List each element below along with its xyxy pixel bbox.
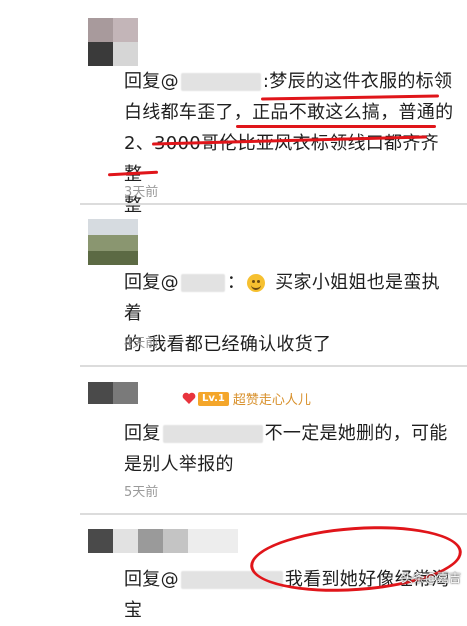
username[interactable]: 超赞走心人儿: [233, 389, 311, 408]
timestamp: 5天前: [124, 485, 159, 500]
name-separator: ：: [226, 272, 246, 293]
comment-feed: 回复@:梦辰的这件衣服的标领 白线都车歪了，正品不敢这么搞，普通的 2、3000…: [0, 0, 467, 621]
comment-line-text: 不一定是她删的，可能: [264, 423, 448, 444]
comment-line: 的 我看都已经确认收货了: [124, 334, 332, 355]
comment-line: 回复 不一定是她删的，可能: [124, 418, 454, 449]
annotation-underline: [236, 125, 436, 128]
avatar[interactable]: [88, 529, 188, 553]
comment-body: 回复 不一定是她删的，可能 是别人举报的: [124, 418, 454, 480]
reply-prefix: 回复@: [124, 272, 179, 293]
watermark: 头条@嘉吉: [400, 571, 461, 585]
divider: [80, 513, 467, 515]
level-tag: Lv.1: [198, 391, 229, 406]
avatar-blur: [188, 529, 238, 553]
avatar[interactable]: [88, 219, 138, 265]
avatar[interactable]: [88, 18, 138, 66]
comment-line: 整: [124, 195, 143, 216]
blurred-username[interactable]: [162, 425, 263, 443]
comment-body: 回复@： 买家小姐姐也是蛮执着 的 我看都已经确认收货了: [124, 267, 454, 360]
reply-prefix: 回复@: [124, 71, 179, 92]
timestamp: 3天前: [124, 185, 159, 200]
comment-line: 回复@:梦辰的这件衣服的标领: [124, 66, 454, 97]
divider: [80, 365, 467, 367]
user-badge[interactable]: Lv.1 超赞走心人儿: [182, 389, 311, 408]
comment-line: 回复@： 买家小姐姐也是蛮执着: [124, 267, 454, 329]
timestamp: 4天前: [124, 336, 159, 351]
comment-line: 白线都车歪了，正品不敢这么搞，普通的: [124, 102, 454, 123]
avatar[interactable]: [88, 382, 138, 404]
smile-emoji-icon: [247, 274, 266, 292]
reply-prefix: 回复@: [124, 569, 179, 590]
comment-line: 是别人举报的: [124, 454, 234, 475]
blurred-username[interactable]: [180, 73, 261, 91]
comment-line-text: 梦辰的这件衣服的标领: [269, 71, 453, 92]
reply-prefix: 回复: [124, 423, 161, 444]
heart-icon: [182, 392, 196, 405]
divider: [80, 203, 467, 205]
blurred-username[interactable]: [180, 274, 225, 292]
